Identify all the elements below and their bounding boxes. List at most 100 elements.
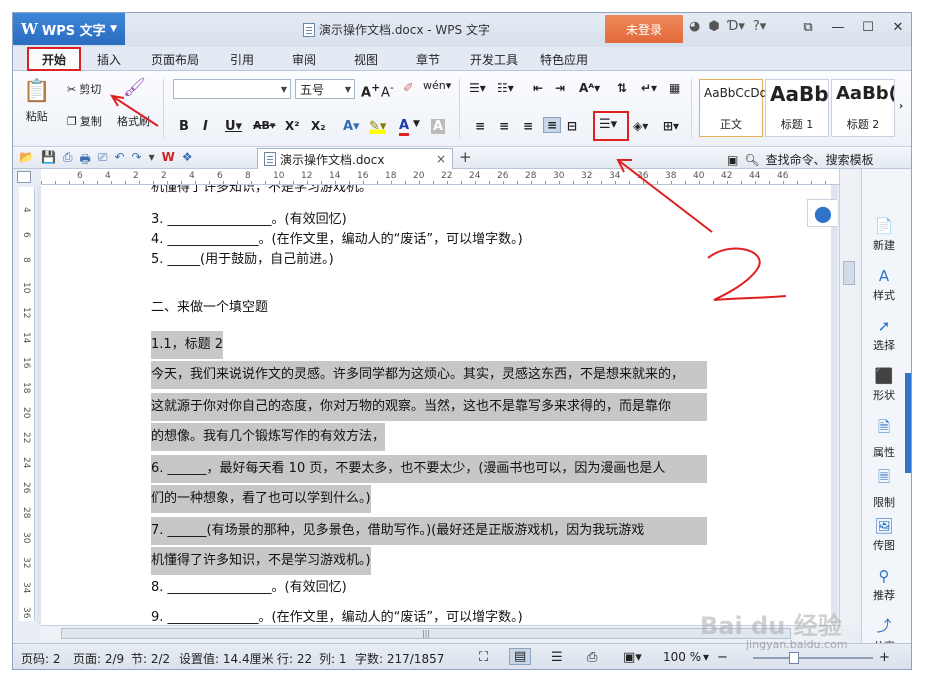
open-icon[interactable]: 📂 [19, 150, 34, 171]
horizontal-scroll-thumb[interactable]: ||| [61, 628, 791, 639]
location-pin-icon[interactable]: ⬤ [807, 199, 837, 227]
tab-developer[interactable]: 开发工具 [470, 51, 518, 68]
page-view-icon[interactable]: ▤ [509, 648, 532, 665]
help-icon[interactable]: ?▾ [753, 19, 766, 34]
tab-home[interactable]: 开始 [27, 47, 81, 71]
zoom-in-icon[interactable]: + [879, 650, 890, 665]
reading-view-icon[interactable]: ▣▾ [623, 650, 642, 665]
increase-indent-icon[interactable]: ⇥ [555, 81, 565, 95]
grow-font-icon[interactable]: A+ [361, 81, 380, 100]
zoom-dropdown-icon[interactable]: ▾ [703, 650, 709, 664]
cut-button[interactable]: ✂ 剪切 [67, 81, 101, 97]
wps-icon[interactable]: W [162, 150, 175, 171]
tab-view[interactable]: 视图 [354, 51, 378, 68]
text-direction-icon[interactable]: Aᴬ▾ [579, 81, 600, 95]
font-name-combo[interactable]: ▼ [173, 79, 291, 99]
fullscreen-icon[interactable]: ⛶ [479, 650, 488, 665]
side-upload-image[interactable]: 🖼 传图 [862, 517, 906, 553]
zoom-slider-knob[interactable] [789, 652, 799, 664]
settings-icon[interactable]: ⬢ [708, 19, 719, 34]
selected-text-line[interactable]: 6. ______，最好每天看 10 页，不要太多，也不要太少，(漫画书也可以，… [151, 455, 707, 483]
copy-button[interactable]: ❐ 复制 [67, 113, 102, 129]
document-tab[interactable]: 演示操作文档.docx × [257, 148, 453, 169]
text-line[interactable]: 8. ________________。(有效回忆) [151, 579, 347, 597]
minimize-icon[interactable]: — [823, 15, 853, 39]
side-select[interactable]: ➚ 选择 [862, 317, 906, 353]
chevron-down-icon[interactable]: ▾ [149, 150, 155, 171]
selected-text-line[interactable]: 7. ______(有场景的那种，见多景色，借助写作。)(最好还是正版游戏机，因… [151, 517, 707, 545]
vertical-scrollbar[interactable] [839, 169, 859, 625]
selected-text-line[interactable]: 们的一种想象，看了也可以学到什么。) [151, 485, 371, 513]
side-properties[interactable]: 🗎 属性 [862, 417, 906, 460]
panel-icon[interactable]: ▣ [727, 153, 738, 167]
show-marks-icon[interactable]: ↵▾ [641, 81, 657, 95]
web-view-icon[interactable]: ⎙ [587, 650, 597, 665]
tab-insert[interactable]: 插入 [97, 51, 121, 68]
chevron-down-icon[interactable]: ▼ [413, 119, 420, 129]
zoom-slider[interactable] [753, 657, 873, 659]
dropdown-icon[interactable]: Ɗ▾ [728, 19, 745, 34]
close-icon[interactable]: ✕ [883, 15, 911, 39]
horizontal-ruler[interactable]: 6 4 2 2 4 6 8 10 12 14 16 18 20 22 24 26 28 30 32 34 36 38 40 4… [41, 169, 853, 185]
shrink-font-icon[interactable]: A- [381, 81, 394, 100]
font-size-combo[interactable]: 五号 ▼ [295, 79, 355, 99]
border-icon[interactable]: ⊞▾ [663, 119, 679, 133]
document-page[interactable]: 机懂得了许多知识，不是学习游戏机。 3. ________________。(有效… [41, 185, 831, 625]
align-right-icon[interactable]: ≡ [523, 119, 533, 133]
superscript-icon[interactable]: X² [285, 119, 300, 133]
tab-references[interactable]: 引用 [230, 51, 254, 68]
preview-icon[interactable]: ⎚ [98, 150, 108, 171]
format-painter-button[interactable]: 🖌 格式刷 [117, 77, 150, 129]
decrease-indent-icon[interactable]: ⇤ [533, 81, 543, 95]
side-shape[interactable]: ⬛ 形状 [862, 367, 906, 403]
tab-review[interactable]: 审阅 [292, 51, 316, 68]
clear-format-icon[interactable]: ✐ [403, 81, 414, 96]
selected-text-line[interactable]: 的想像。我有几个锻炼写作的有效方法， [151, 423, 386, 451]
tab-page-layout[interactable]: 页面布局 [151, 51, 199, 68]
paste-button[interactable]: 📋 粘贴 [23, 79, 50, 124]
font-color-icon[interactable]: A [399, 119, 410, 136]
underline-icon[interactable]: U▾ [225, 119, 242, 134]
save-icon[interactable]: 💾 [41, 150, 56, 171]
vertical-scroll-thumb[interactable] [843, 261, 855, 285]
numbering-icon[interactable]: ☷▾ [497, 81, 514, 95]
sort-icon[interactable]: ⇅ [617, 81, 627, 95]
selected-text-line[interactable]: 这就源于你对你自己的态度，你对万物的观察。当然，这也不是靠写多来求得的，而是靠你 [151, 393, 707, 421]
distribute-icon[interactable]: ⊟ [567, 119, 577, 133]
text-line[interactable]: 3. ________________。(有效回忆) [151, 211, 347, 229]
style-normal[interactable]: AaBbCcDd 正文 [699, 79, 767, 137]
side-recommend[interactable]: ⚲ 推荐 [862, 567, 906, 603]
style-heading-1[interactable]: AaBb 标题 1 [765, 79, 829, 137]
shading-icon[interactable]: ◈▾ [633, 119, 648, 133]
tab-special-apps[interactable]: 特色应用 [540, 51, 588, 68]
text-line[interactable]: 二、来做一个填空题 [151, 299, 268, 317]
side-style[interactable]: A 样式 [862, 267, 906, 303]
cloud-icon[interactable]: ❖ [182, 150, 193, 171]
bold-icon[interactable]: B [179, 119, 189, 134]
restore-icon[interactable]: ⧉ [793, 15, 823, 39]
text-line[interactable]: 4. ______________。(在作文里，编动人的“废话”，可以增字数。) [151, 231, 523, 249]
login-button[interactable]: 未登录 [605, 15, 683, 43]
strikethrough-icon[interactable]: AB▾ [253, 119, 275, 132]
tab-chapter[interactable]: 章节 [416, 51, 440, 68]
text-line[interactable]: 5. _____(用于鼓励，自己前进。) [151, 251, 334, 269]
maximize-icon[interactable]: ☐ [853, 15, 883, 39]
justify-icon[interactable]: ≡ [543, 117, 562, 133]
side-restrict[interactable]: 🗏 限制 [862, 467, 906, 510]
zoom-level[interactable]: 100 % [663, 650, 701, 664]
italic-icon[interactable]: I [203, 119, 208, 134]
selected-text-line[interactable]: 1.1，标题 2 [151, 331, 224, 359]
skin-icon[interactable]: ◕ [689, 19, 700, 34]
align-center-icon[interactable]: ≡ [499, 119, 509, 133]
bullets-icon[interactable]: ☰▾ [469, 81, 486, 95]
command-search[interactable]: ▣ 🔍︎ 查找命令、搜索模板 [727, 151, 874, 168]
ruler-corner[interactable] [17, 171, 31, 183]
chevron-right-icon[interactable]: › [899, 101, 903, 112]
side-new[interactable]: 📄 新建 [862, 217, 906, 253]
style-heading-2[interactable]: AaBb( 标题 2 [831, 79, 895, 137]
export-pdf-icon[interactable]: ⎙ [63, 150, 73, 171]
redo-icon[interactable]: ↷ [132, 150, 142, 171]
highlight-icon[interactable]: ✎▾ [369, 119, 387, 134]
char-shading-icon[interactable]: A [431, 119, 446, 134]
new-tab-icon[interactable]: + [459, 148, 472, 166]
